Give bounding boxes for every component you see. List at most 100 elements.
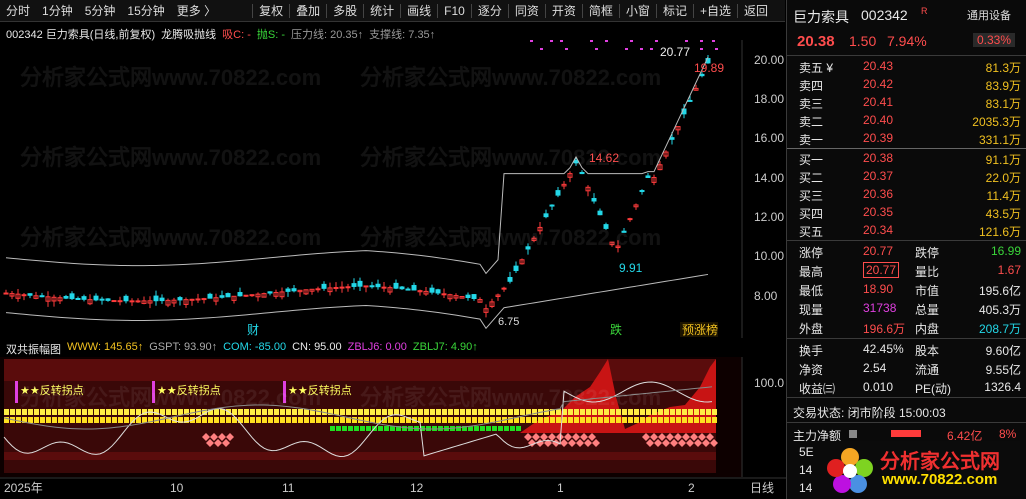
yellow-bar <box>370 409 375 415</box>
stat-value: 405.3万 <box>978 303 1021 317</box>
btn-jiankuang[interactable]: 简框 <box>583 0 619 22</box>
candle-body <box>159 297 165 302</box>
yellow-bar <box>532 417 537 423</box>
btn-tongzi[interactable]: 同资 <box>509 0 545 22</box>
btn-tongji[interactable]: 统计 <box>364 0 400 22</box>
quote-panel: 巨力索具 002342 R 通用设备 20.38 1.50 7.94% 0.33… <box>786 0 1026 499</box>
stat-label: 收益㈢ <box>799 382 836 396</box>
yellow-bar <box>94 417 99 423</box>
yellow-bar <box>592 417 597 423</box>
ask-label: 卖二 <box>799 115 824 129</box>
yellow-bar <box>424 417 429 423</box>
yellow-bar <box>388 417 393 423</box>
candle-body <box>549 204 555 207</box>
menu-icon[interactable] <box>849 430 857 438</box>
btn-diejia[interactable]: 叠加 <box>290 0 326 22</box>
yellow-bar <box>58 409 63 415</box>
zblj6-value: ZBLJ6: 0.00 <box>347 341 407 353</box>
yellow-bar <box>340 409 345 415</box>
btn-kaizi[interactable]: 开资 <box>546 0 582 22</box>
indicator-title[interactable]: 双共振幅图 <box>6 341 61 357</box>
yellow-bar <box>544 417 549 423</box>
price-tick: 16.00 <box>754 131 784 145</box>
logo-url: www.70822.com <box>882 471 998 488</box>
yellow-bar <box>640 409 645 415</box>
yellow-bar <box>4 409 9 415</box>
event-die[interactable]: 跌 <box>610 322 622 337</box>
green-bar <box>504 426 509 431</box>
yellow-bar <box>598 409 603 415</box>
yellow-bar <box>112 409 117 415</box>
yellow-bar <box>250 417 255 423</box>
yellow-bar <box>214 417 219 423</box>
yellow-bar <box>100 409 105 415</box>
bid-label: 买四 <box>799 207 824 221</box>
candle-body <box>525 246 531 250</box>
event-cai[interactable]: 财 <box>247 323 259 337</box>
tab-more[interactable]: 更多 〉 <box>171 0 222 22</box>
stat-label: 涨停 <box>799 246 824 260</box>
bid-price: 20.34 <box>863 223 894 237</box>
www-value: WWW: 145.65↑ <box>67 341 144 353</box>
signal-dot <box>715 48 718 50</box>
yellow-bar <box>388 409 393 415</box>
green-bar <box>456 426 461 431</box>
yellow-bar <box>664 409 669 415</box>
indicator-chart[interactable]: ★★反转拐点 ★★反转拐点 ★★反转拐点 100.0 2025年 10 11 1… <box>0 357 786 499</box>
signal-dot <box>712 40 715 42</box>
yellow-bar <box>244 417 249 423</box>
yellow-bar <box>430 409 435 415</box>
stat-label: 外盘 <box>799 322 824 336</box>
yellow-bar <box>352 409 357 415</box>
tab-1min[interactable]: 1分钟 <box>36 0 79 22</box>
stat-value: 196.6万 <box>863 322 906 336</box>
yellow-bar <box>64 417 69 423</box>
event-yuzhangting[interactable]: 预涨榜 <box>682 322 718 337</box>
candle-body <box>75 298 81 301</box>
btn-f10[interactable]: F10 <box>438 0 471 22</box>
green-bar <box>498 426 503 431</box>
btn-zixuan[interactable]: +自选 <box>694 0 737 22</box>
btn-xiaochuang[interactable]: 小窗 <box>620 0 656 22</box>
signal-dot <box>655 40 658 42</box>
yellow-bar <box>664 417 669 423</box>
green-bar <box>474 426 479 431</box>
bid-price: 20.37 <box>863 169 894 183</box>
stat-row: 涨停 20.77 跌停 16.99 <box>787 243 1026 260</box>
btn-zhufen[interactable]: 逐分 <box>472 0 508 22</box>
bid-row: 买五 20.34 121.6万 <box>787 222 1026 239</box>
yellow-bar <box>424 409 429 415</box>
yellow-bar <box>628 417 633 423</box>
date-tick: 12 <box>410 481 424 495</box>
stat-label: 最低 <box>799 284 824 298</box>
yellow-bar <box>604 409 609 415</box>
green-bar <box>480 426 485 431</box>
signal-marker <box>152 381 155 403</box>
stat-label: 现量 <box>799 303 824 317</box>
tab-fenshi[interactable]: 分时 <box>0 0 36 22</box>
btn-back[interactable]: 返回 <box>738 0 774 22</box>
kline-chart[interactable]: 20.00 18.00 16.00 14.00 12.00 10.00 8.00… <box>0 40 786 338</box>
partial-text: 5E <box>799 445 814 459</box>
btn-fuquan[interactable]: 复权 <box>253 0 289 22</box>
btn-duogu[interactable]: 多股 <box>327 0 363 22</box>
btn-biaoji[interactable]: 标记 <box>657 0 693 22</box>
stat-row: 最高 20.77 量比 1.67 <box>787 262 1026 279</box>
tab-5min[interactable]: 5分钟 <box>79 0 122 22</box>
candle-body <box>267 291 273 294</box>
yellow-bar <box>382 409 387 415</box>
yellow-bar <box>670 417 675 423</box>
yellow-bar <box>460 417 465 423</box>
tab-15min[interactable]: 15分钟 <box>121 0 170 22</box>
yellow-bar <box>556 409 561 415</box>
sector-name[interactable]: 通用设备 <box>967 7 1011 23</box>
yellow-bar <box>172 409 177 415</box>
yellow-bar <box>700 417 705 423</box>
yellow-bar <box>412 409 417 415</box>
yellow-bar <box>28 417 33 423</box>
candle-body <box>291 288 297 292</box>
yellow-bar <box>436 417 441 423</box>
yellow-bar <box>268 409 273 415</box>
btn-huaxian[interactable]: 画线 <box>401 0 437 22</box>
green-bar <box>342 426 347 431</box>
